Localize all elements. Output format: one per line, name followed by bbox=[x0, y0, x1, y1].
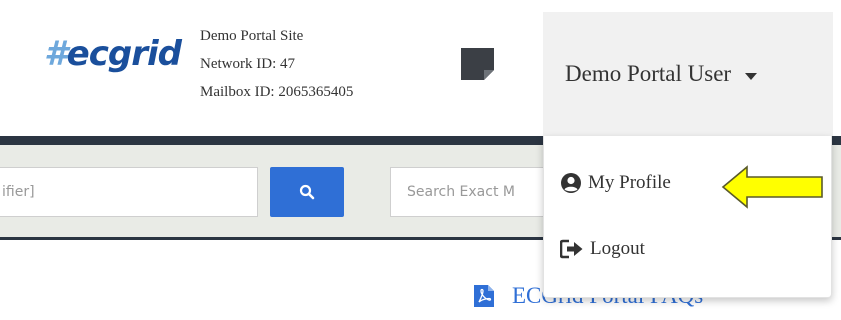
user-menu-button[interactable]: Demo Portal User bbox=[543, 12, 833, 136]
highlight-arrow-icon bbox=[721, 165, 823, 209]
menu-item-label: My Profile bbox=[588, 172, 671, 193]
menu-item-label: Logout bbox=[590, 238, 645, 259]
top-header: #ecgrid Demo Portal Site Network ID: 47 … bbox=[0, 0, 841, 136]
menu-item-my-profile[interactable]: My Profile bbox=[560, 172, 671, 194]
sign-out-icon bbox=[560, 239, 583, 259]
identifier-search-input[interactable]: ifier] bbox=[0, 167, 258, 217]
mailbox-id: Mailbox ID: 2065365405 bbox=[200, 84, 354, 100]
caret-down-icon bbox=[745, 72, 758, 80]
sticky-note-icon[interactable] bbox=[461, 48, 494, 80]
user-circle-icon bbox=[561, 173, 581, 193]
user-name: Demo Portal User bbox=[565, 61, 732, 86]
pdf-file-icon bbox=[474, 285, 494, 307]
search-button[interactable] bbox=[270, 167, 344, 217]
ecgrid-logo[interactable]: #ecgrid bbox=[44, 34, 182, 74]
site-info: Demo Portal Site Network ID: 47 Mailbox … bbox=[200, 22, 353, 106]
site-name: Demo Portal Site bbox=[200, 28, 304, 44]
menu-item-logout[interactable]: Logout bbox=[560, 238, 645, 260]
network-id: Network ID: 47 bbox=[200, 56, 295, 72]
user-dropdown-menu: My Profile Logout bbox=[543, 136, 832, 298]
search-icon bbox=[299, 184, 315, 200]
